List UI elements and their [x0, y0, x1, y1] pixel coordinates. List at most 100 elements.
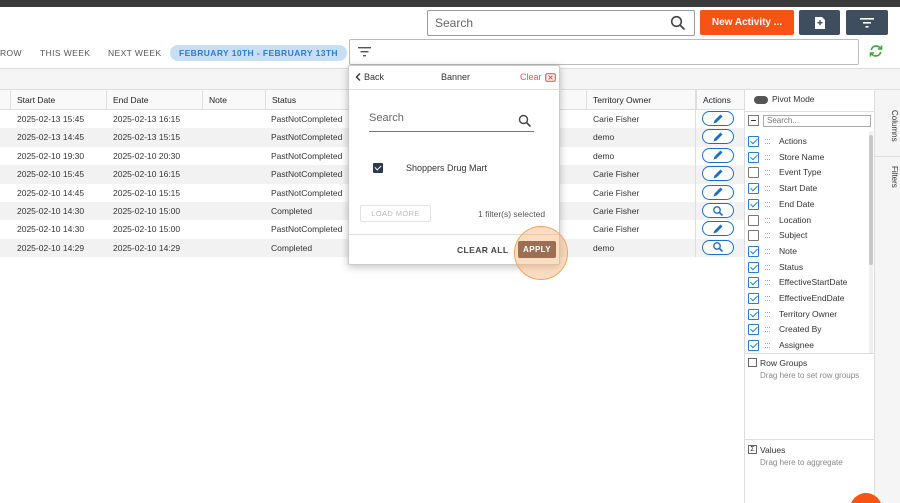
back-button[interactable]: Back: [355, 72, 384, 82]
popup-search-box[interactable]: [369, 112, 534, 132]
refresh-icon[interactable]: [869, 44, 883, 60]
column-search-input[interactable]: Search...: [763, 115, 871, 127]
column-checkbox[interactable]: [748, 324, 759, 336]
column-checkbox[interactable]: [748, 261, 759, 273]
drag-handle-icon[interactable]: [765, 170, 770, 176]
column-item-status[interactable]: Status: [748, 260, 870, 274]
column-item-territory-owner[interactable]: Territory Owner: [748, 307, 870, 321]
search-icon[interactable]: [518, 114, 532, 128]
header-status[interactable]: Status: [265, 90, 296, 110]
column-item-effective-start-date[interactable]: EffectiveStartDate: [748, 275, 870, 289]
new-activity-button[interactable]: New Activity ...: [700, 10, 794, 35]
tab-filters[interactable]: Filters: [877, 162, 899, 188]
drag-handle-icon[interactable]: [765, 233, 770, 239]
column-item-created-by[interactable]: Created By: [748, 322, 870, 336]
edit-button[interactable]: [702, 221, 734, 237]
column-item-location[interactable]: Location: [748, 213, 870, 227]
load-more-button[interactable]: LOAD MORE: [360, 205, 431, 222]
column-checkbox[interactable]: [748, 308, 759, 320]
search-icon[interactable]: [670, 15, 686, 33]
row-groups-icon: [748, 358, 757, 367]
pivot-mode-toggle[interactable]: Pivot Mode: [754, 94, 864, 108]
header-start-date[interactable]: Start Date: [10, 90, 55, 110]
edit-button[interactable]: [702, 147, 734, 163]
header-actions[interactable]: Actions: [696, 90, 731, 110]
filter-bar[interactable]: [349, 39, 859, 65]
global-search-box[interactable]: [427, 10, 695, 36]
values-drop-zone[interactable]: Drag here to aggregate: [760, 458, 843, 467]
drag-handle-icon[interactable]: [765, 139, 770, 144]
column-item-subject[interactable]: Subject: [748, 228, 870, 242]
drag-handle-icon[interactable]: [765, 201, 770, 207]
export-document-button[interactable]: [799, 10, 840, 35]
divider: [744, 353, 874, 354]
drag-handle-icon[interactable]: [765, 296, 770, 301]
filter-lines-icon[interactable]: [358, 47, 371, 57]
tab-columns[interactable]: Columns: [877, 106, 899, 142]
row-groups-drop-zone[interactable]: Drag here to set row groups: [760, 371, 860, 381]
column-item-start-date[interactable]: Start Date: [748, 181, 870, 195]
column-item-actions[interactable]: Actions: [748, 134, 870, 148]
drag-handle-icon[interactable]: [765, 280, 770, 286]
column-item-assignee[interactable]: Assignee: [748, 338, 870, 352]
view-button[interactable]: [702, 239, 734, 255]
popup-search-input[interactable]: [369, 112, 509, 124]
column-checkbox[interactable]: [748, 340, 759, 352]
drag-handle-icon[interactable]: [765, 343, 770, 349]
scrollbar-thumb[interactable]: [869, 135, 873, 265]
column-checkbox[interactable]: [748, 167, 759, 179]
drag-handle-icon[interactable]: [765, 154, 770, 160]
edit-button[interactable]: [702, 111, 734, 126]
period-tab-row[interactable]: ROW: [0, 46, 22, 60]
cell-start-date: 2025-02-10 14:29: [17, 242, 85, 253]
column-checkbox[interactable]: [748, 293, 759, 304]
header-end-date[interactable]: End Date: [106, 90, 148, 110]
apply-button[interactable]: APPLY: [518, 241, 556, 258]
drag-handle-icon[interactable]: [765, 264, 770, 270]
drag-handle-icon[interactable]: [765, 327, 770, 333]
item-label: Shoppers Drug Mart: [406, 163, 488, 173]
edit-button[interactable]: [702, 184, 734, 200]
drag-handle-icon[interactable]: [765, 217, 770, 223]
column-item-effective-end-date[interactable]: EffectiveEndDate: [748, 291, 870, 305]
item-checkbox[interactable]: [373, 163, 383, 173]
drag-handle-icon[interactable]: [765, 311, 770, 317]
clear-button[interactable]: Clear: [520, 72, 542, 82]
column-checkbox[interactable]: [748, 198, 759, 210]
drag-handle-icon[interactable]: [765, 186, 770, 192]
column-item-store-name[interactable]: Store Name: [748, 150, 870, 164]
column-list: Actions Store Name Event Type Start Date…: [748, 134, 870, 352]
column-checkbox[interactable]: [748, 214, 759, 226]
cell-start-date: 2025-02-13 15:45: [17, 114, 85, 124]
drag-handle-icon[interactable]: [765, 248, 770, 254]
clear-all-button[interactable]: CLEAR ALL: [457, 245, 508, 255]
column-checkbox[interactable]: [748, 245, 759, 257]
period-tab-date-range[interactable]: FEBRUARY 10TH - FEBRUARY 13TH: [170, 45, 347, 61]
cell-end-date: 2025-02-10 15:00: [113, 224, 181, 235]
period-tab-next-week[interactable]: NEXT WEEK: [108, 46, 162, 60]
values-title: Values: [760, 445, 786, 455]
column-label: End Date: [779, 198, 815, 209]
period-tab-this-week[interactable]: THIS WEEK: [40, 46, 90, 60]
column-item-end-date[interactable]: End Date: [748, 197, 870, 211]
column-item-event-type[interactable]: Event Type: [748, 165, 870, 179]
header-territory-owner[interactable]: Territory Owner: [586, 90, 651, 110]
select-all-checkbox[interactable]: [748, 115, 759, 126]
popup-header: Back Banner Clear: [349, 66, 561, 90]
toggle-switch[interactable]: [754, 96, 768, 104]
cell-status: PastNotCompleted: [271, 224, 343, 235]
edit-button[interactable]: [702, 166, 734, 182]
pencil-icon: [713, 150, 723, 160]
column-checkbox[interactable]: [748, 151, 759, 163]
edit-button[interactable]: [702, 129, 734, 145]
clear-x-icon[interactable]: [545, 73, 556, 84]
column-checkbox[interactable]: [748, 183, 759, 195]
column-checkbox[interactable]: [748, 277, 759, 289]
filter-toggle-button[interactable]: [846, 10, 888, 35]
column-checkbox[interactable]: [748, 230, 759, 242]
view-button[interactable]: [702, 203, 734, 218]
global-search-input[interactable]: [428, 11, 658, 35]
header-note[interactable]: Note: [202, 90, 227, 110]
column-item-note[interactable]: Note: [748, 244, 870, 258]
column-checkbox[interactable]: [748, 136, 759, 147]
